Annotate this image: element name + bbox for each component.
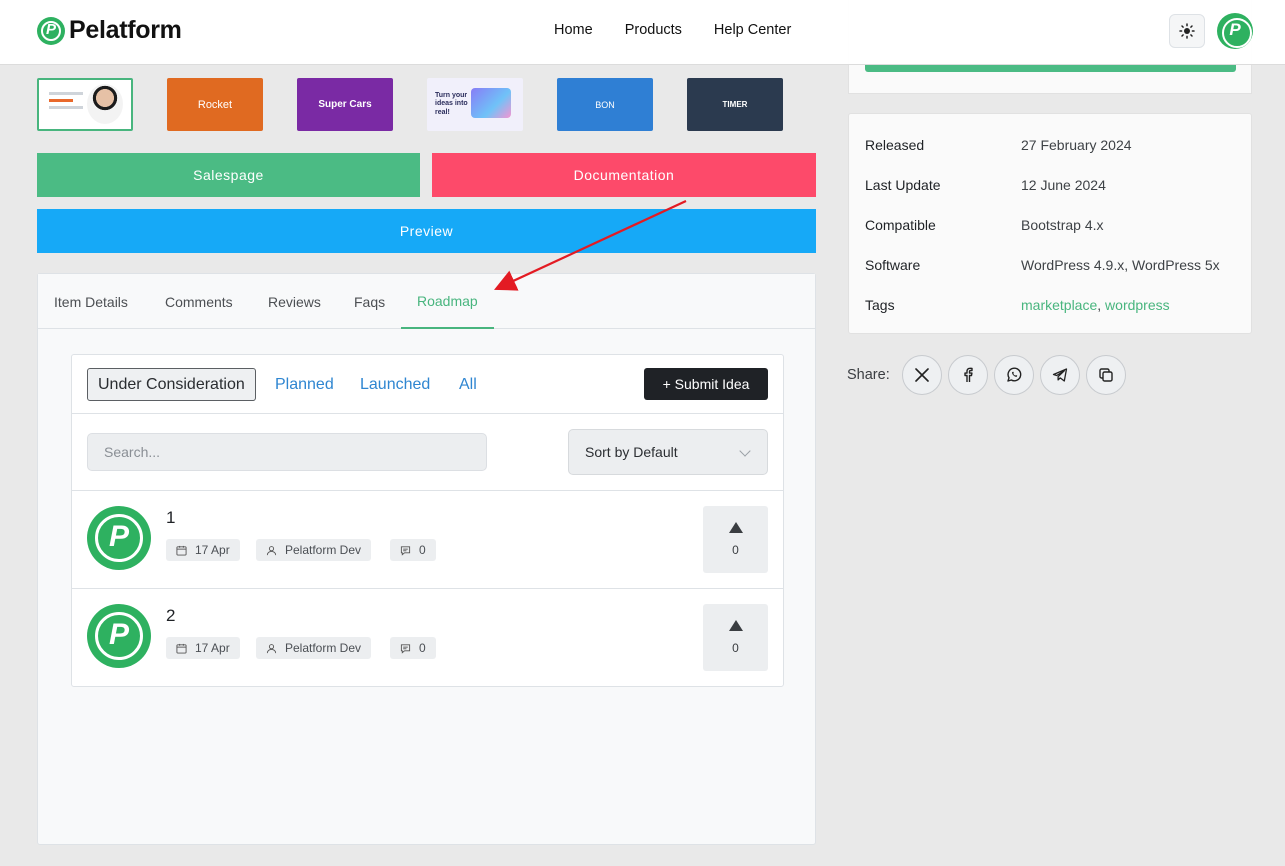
logo-text: Pelatform <box>69 16 182 44</box>
tag-link-marketplace[interactable]: marketplace <box>1021 297 1097 313</box>
whatsapp-icon <box>1007 367 1022 382</box>
comment-icon <box>400 643 411 654</box>
idea-row[interactable]: P 1 17 Apr Pelatform Dev 0 0 <box>72 491 783 589</box>
user-icon <box>266 643 277 653</box>
idea-comments: 0 <box>390 637 436 659</box>
calendar-icon <box>176 545 187 556</box>
thumbnail-5[interactable]: BON <box>557 78 653 131</box>
idea-row[interactable]: P 2 17 Apr Pelatform Dev 0 0 <box>72 589 783 687</box>
share-label: Share: <box>847 367 890 383</box>
item-tabs: Item Details Comments Reviews Faqs Roadm… <box>38 274 815 329</box>
tag-link-wordpress[interactable]: wordpress <box>1105 297 1170 313</box>
site-header: P Pelatform Home Products Help Center P <box>0 0 1285 65</box>
item-card: Item Details Comments Reviews Faqs Roadm… <box>37 273 816 845</box>
idea-author: Pelatform Dev <box>256 637 372 659</box>
documentation-button[interactable]: Documentation <box>432 153 816 197</box>
calendar-icon <box>176 643 187 654</box>
idea-avatar: P <box>87 506 151 570</box>
share-whatsapp-button[interactable] <box>993 355 1034 395</box>
nav-help-center[interactable]: Help Center <box>714 22 791 38</box>
share-copy-button[interactable] <box>1085 355 1126 395</box>
info-row-software: Software WordPress 4.9.x, WordPress 5x <box>865 257 1220 273</box>
info-row-compatible: Compatible Bootstrap 4.x <box>865 217 1104 233</box>
comment-icon <box>400 545 411 556</box>
sun-icon <box>1179 23 1195 39</box>
theme-toggle-button[interactable] <box>1169 14 1205 48</box>
upvote-button[interactable]: 0 <box>703 506 768 573</box>
upvote-arrow-icon <box>728 522 743 533</box>
share-bar: Share: <box>847 355 1132 395</box>
thumbnail-6[interactable]: TIMER <box>687 78 783 131</box>
tab-comments[interactable]: Comments <box>149 274 249 329</box>
item-info-panel: Released 27 February 2024 Last Update 12… <box>848 113 1252 334</box>
share-facebook-button[interactable] <box>947 355 988 395</box>
roadmap-toolbar: Sort by Default <box>72 414 783 491</box>
tab-reviews[interactable]: Reviews <box>252 274 337 329</box>
thumbnail-4[interactable]: Turn your ideas into real! <box>427 78 523 131</box>
sort-select[interactable]: Sort by Default <box>568 429 768 475</box>
main-nav: Home Products Help Center <box>554 22 791 38</box>
logo-icon: P <box>37 16 65 45</box>
user-avatar[interactable]: P <box>1217 13 1253 49</box>
idea-author: Pelatform Dev <box>256 539 372 561</box>
user-icon <box>266 545 277 555</box>
search-input[interactable] <box>87 433 487 471</box>
nav-products[interactable]: Products <box>625 22 682 38</box>
submit-idea-button[interactable]: + Submit Idea <box>644 368 768 400</box>
roadmap-header: Under Consideration Planned Launched All… <box>72 355 783 414</box>
share-telegram-button[interactable] <box>1039 355 1080 395</box>
filter-launched[interactable]: Launched <box>360 368 430 401</box>
tab-item-details[interactable]: Item Details <box>38 274 144 329</box>
logo[interactable]: P Pelatform <box>37 16 182 45</box>
info-row-tags: Tags marketplace, wordpress <box>865 297 1170 313</box>
preview-button[interactable]: Preview <box>37 209 816 253</box>
filter-under-consideration[interactable]: Under Consideration <box>87 368 256 401</box>
idea-date: 17 Apr <box>166 637 240 659</box>
idea-date: 17 Apr <box>166 539 240 561</box>
filter-planned[interactable]: Planned <box>275 368 334 401</box>
idea-avatar: P <box>87 604 151 668</box>
upvote-button[interactable]: 0 <box>703 604 768 671</box>
x-icon <box>914 368 929 382</box>
upvote-arrow-icon <box>728 620 743 631</box>
idea-title[interactable]: 1 <box>166 508 175 528</box>
info-row-last-update: Last Update 12 June 2024 <box>865 177 1106 193</box>
copy-icon <box>1099 368 1113 382</box>
tab-roadmap[interactable]: Roadmap <box>401 274 494 329</box>
telegram-icon <box>1052 368 1067 382</box>
salespage-button[interactable]: Salespage <box>37 153 420 197</box>
idea-comments: 0 <box>390 539 436 561</box>
filter-all[interactable]: All <box>459 368 477 401</box>
idea-title[interactable]: 2 <box>166 606 175 626</box>
nav-home[interactable]: Home <box>554 22 593 38</box>
roadmap-panel: Under Consideration Planned Launched All… <box>71 354 784 687</box>
tab-faqs[interactable]: Faqs <box>338 274 401 329</box>
info-row-released: Released 27 February 2024 <box>865 137 1132 153</box>
facebook-icon <box>964 367 973 382</box>
thumbnail-2[interactable]: Rocket <box>167 78 263 131</box>
thumbnail-3[interactable]: Super Cars <box>297 78 393 131</box>
chevron-down-icon <box>739 445 751 457</box>
hero-person-thumbnail <box>87 84 123 124</box>
preview-thumbnails: Rocket Super Cars Turn your ideas into r… <box>37 78 783 131</box>
share-x-button[interactable] <box>901 355 942 395</box>
purchase-button[interactable] <box>865 64 1236 72</box>
thumbnail-1[interactable] <box>37 78 133 131</box>
